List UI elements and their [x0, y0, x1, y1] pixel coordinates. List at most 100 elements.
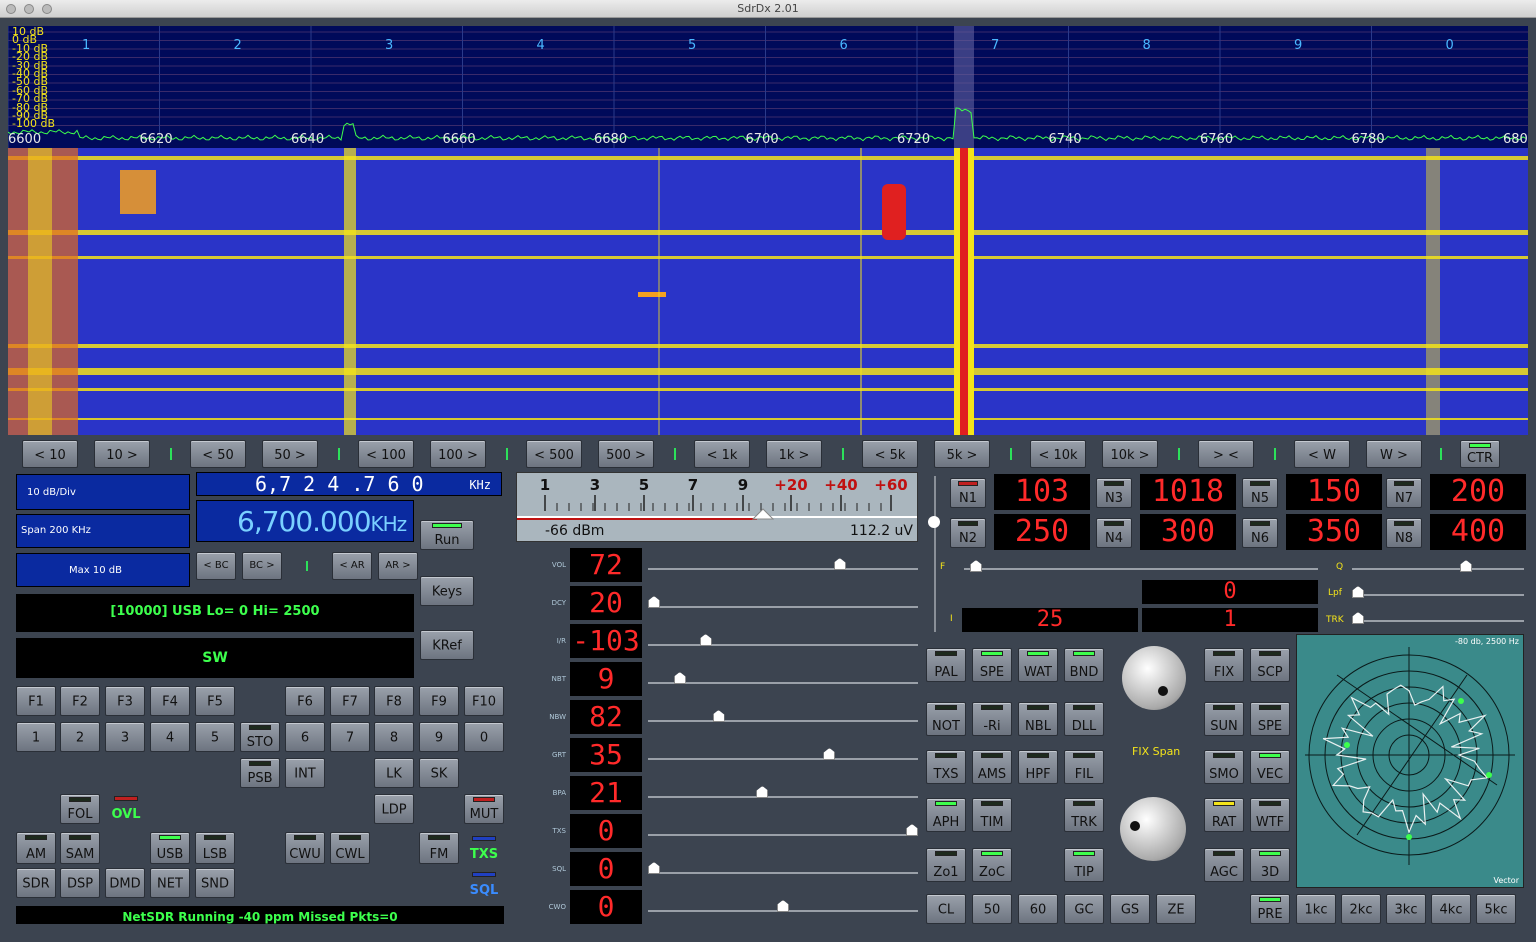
func-r-fix-button[interactable]: FIX — [1204, 648, 1244, 682]
step-button-w[interactable]: < W — [1294, 440, 1350, 468]
zoom-knob[interactable] — [1120, 797, 1186, 861]
bottom-60-button[interactable]: 60 — [1018, 894, 1058, 924]
num-key-9[interactable]: 9 — [419, 722, 459, 752]
func-hpf-button[interactable]: HPF — [1018, 750, 1058, 784]
func-r-scp-button[interactable]: SCP — [1250, 648, 1290, 682]
func-bnd-button[interactable]: BND — [1064, 648, 1104, 682]
func-r-smo-button[interactable]: SMO — [1204, 750, 1244, 784]
span-field[interactable]: Span 200 KHz — [16, 514, 190, 548]
fkey-f7[interactable]: F7 — [330, 686, 370, 716]
bottom-gc-button[interactable]: GC — [1064, 894, 1104, 924]
func-r-rat-button[interactable]: RAT — [1204, 798, 1244, 832]
zoom-icon[interactable] — [42, 4, 52, 14]
f-slider-thumb[interactable] — [970, 560, 982, 572]
kref-button[interactable]: KRef — [420, 630, 474, 660]
func-r-spe-button[interactable]: SPE — [1250, 702, 1290, 736]
notch-n7-button[interactable]: N7 — [1386, 478, 1422, 508]
num-key-1[interactable]: 1 — [16, 722, 56, 752]
fkey-f4[interactable]: F4 — [150, 686, 190, 716]
band-button-bc[interactable]: BC > — [242, 552, 282, 580]
slider-track-vol[interactable] — [648, 568, 918, 570]
span-5kc-button[interactable]: 5kc — [1476, 894, 1516, 924]
num-key-7[interactable]: 7 — [330, 722, 370, 752]
band-button-ar[interactable]: < AR — [332, 552, 372, 580]
fkey-f5[interactable]: F5 — [195, 686, 235, 716]
fkey-f8[interactable]: F8 — [374, 686, 414, 716]
lpf-slider-thumb[interactable] — [1352, 586, 1364, 598]
panel-dsp-button[interactable]: DSP — [60, 868, 100, 898]
notch-n6-button[interactable]: N6 — [1242, 518, 1278, 548]
func-dll-button[interactable]: DLL — [1064, 702, 1104, 736]
mode-cwl-button[interactable]: CWL — [330, 832, 370, 864]
db-div-field[interactable]: 10 dB/Div — [16, 474, 190, 510]
fol-button[interactable]: FOL — [60, 794, 100, 824]
slider-track-txs[interactable] — [648, 834, 918, 836]
func-aph-button[interactable]: APH — [926, 798, 966, 832]
keys-button[interactable]: Keys — [420, 576, 474, 606]
slider-track-nbw[interactable] — [648, 720, 918, 722]
panel-snd-button[interactable]: SND — [195, 868, 235, 898]
span-4kc-button[interactable]: 4kc — [1431, 894, 1471, 924]
step-button-500[interactable]: 500 > — [598, 440, 654, 468]
slider-track-bpa[interactable] — [648, 796, 918, 798]
notch-n5-button[interactable]: N5 — [1242, 478, 1278, 508]
pre-button[interactable]: PRE — [1250, 894, 1290, 924]
vfo-frequency[interactable]: 6,7 2 4 .7 6 0 KHz — [196, 472, 502, 496]
step-button-1k[interactable]: 1k > — [766, 440, 822, 468]
func-zo1-button[interactable]: Zo1 — [926, 848, 966, 882]
minimize-icon[interactable] — [24, 4, 34, 14]
mode-sam-button[interactable]: SAM — [60, 832, 100, 864]
step-button-1k[interactable]: < 1k — [694, 440, 750, 468]
func-not-button[interactable]: NOT — [926, 702, 966, 736]
num-key-3[interactable]: 3 — [105, 722, 145, 752]
func-r-wtf-button[interactable]: WTF — [1250, 798, 1290, 832]
psb-button[interactable]: PSB — [240, 758, 280, 788]
notch-n4-button[interactable]: N4 — [1096, 518, 1132, 548]
func-zoc-button[interactable]: ZoC — [972, 848, 1012, 882]
fkey-f10[interactable]: F10 — [464, 686, 504, 716]
func-r-sun-button[interactable]: SUN — [1204, 702, 1244, 736]
step-button-10k[interactable]: < 10k — [1030, 440, 1086, 468]
step-button-50[interactable]: 50 > — [262, 440, 318, 468]
span-knob[interactable] — [1122, 646, 1186, 710]
slider-thumb-nbt[interactable] — [673, 672, 686, 684]
lk-button[interactable]: LK — [374, 758, 414, 788]
slider-thumb-dcy[interactable] — [648, 596, 660, 608]
sk-button[interactable]: SK — [419, 758, 459, 788]
step-button-500[interactable]: < 500 — [526, 440, 582, 468]
step-button-x[interactable]: > < — [1198, 440, 1254, 468]
func-spe-button[interactable]: SPE — [972, 648, 1012, 682]
step-button-100[interactable]: < 100 — [358, 440, 414, 468]
notch-n1-button[interactable]: N1 — [950, 478, 986, 508]
slider-thumb-cwo[interactable] — [777, 900, 789, 912]
span-3kc-button[interactable]: 3kc — [1386, 894, 1426, 924]
fkey-f2[interactable]: F2 — [60, 686, 100, 716]
waterfall-display[interactable] — [8, 148, 1528, 435]
bottom-ze-button[interactable]: ZE — [1156, 894, 1196, 924]
fkey-f9[interactable]: F9 — [419, 686, 459, 716]
num-key-2[interactable]: 2 — [60, 722, 100, 752]
trk-slider-thumb[interactable] — [1352, 612, 1364, 624]
panel-net-button[interactable]: NET — [150, 868, 190, 898]
step-button-50[interactable]: < 50 — [190, 440, 246, 468]
fkey-f3[interactable]: F3 — [105, 686, 145, 716]
mode-usb-button[interactable]: USB — [150, 832, 190, 864]
func-pal-button[interactable]: PAL — [926, 648, 966, 682]
fkey-f1[interactable]: F1 — [16, 686, 56, 716]
vector-scope[interactable]: -80 db, 2500 Hz Vector — [1296, 634, 1524, 888]
mode-lsb-button[interactable]: LSB — [195, 832, 235, 864]
num-key-6[interactable]: 6 — [285, 722, 325, 752]
slider-track-nbt[interactable] — [648, 682, 918, 684]
slider-track-i-r[interactable] — [648, 644, 918, 646]
num-key-4[interactable]: 4 — [150, 722, 190, 752]
func-wat-button[interactable]: WAT — [1018, 648, 1058, 682]
step-button-5k[interactable]: < 5k — [862, 440, 918, 468]
func-ri-button[interactable]: -Ri — [972, 702, 1012, 736]
lpf-slider-track[interactable] — [1352, 594, 1524, 596]
run-button[interactable]: Run — [420, 520, 474, 550]
slider-thumb-sql[interactable] — [648, 862, 660, 874]
ldp-button[interactable]: LDP — [374, 794, 414, 824]
q-slider-thumb[interactable] — [1460, 560, 1472, 572]
step-button-w[interactable]: W > — [1366, 440, 1422, 468]
slider-track-dcy[interactable] — [648, 606, 918, 608]
